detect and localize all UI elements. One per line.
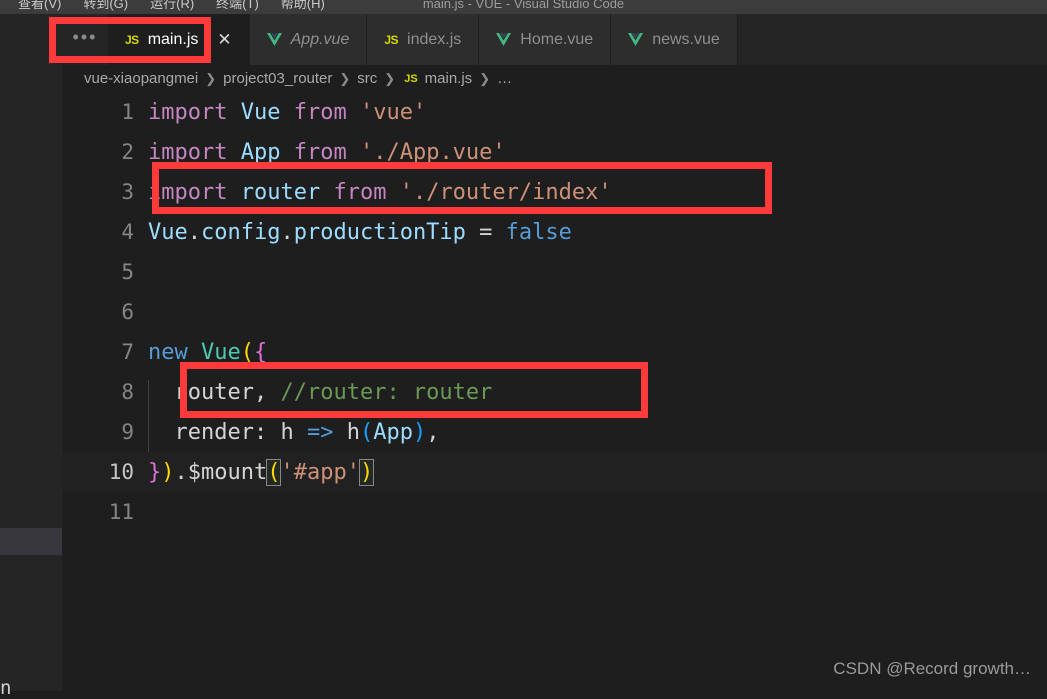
sidebar-partial-filename: n bbox=[0, 677, 12, 699]
line-number: 9 bbox=[121, 420, 134, 444]
line-number: 5 bbox=[121, 260, 134, 284]
window-title: main.js - VUE - Visual Studio Code bbox=[422, 0, 625, 11]
line-number: 8 bbox=[121, 380, 134, 404]
code-line[interactable]: 1 import Vue from 'vue' bbox=[62, 92, 1047, 132]
line-content[interactable]: import router from './router/index' bbox=[148, 180, 1047, 205]
tab-news-vue[interactable]: news.vue bbox=[611, 14, 738, 65]
js-file-icon: JS bbox=[125, 32, 139, 47]
js-file-icon: JS bbox=[404, 72, 418, 85]
line-content[interactable]: render: h => h(App), bbox=[148, 419, 1047, 460]
chevron-right-icon: ❯ bbox=[205, 70, 217, 86]
line-number: 11 bbox=[108, 500, 134, 524]
code-editor[interactable]: 1 import Vue from 'vue' 2 import App fro… bbox=[62, 92, 1047, 691]
vscode-window: 查看(V) 转到(G) 运行(R) 终端(T) 帮助(H) main.js - … bbox=[0, 0, 1047, 699]
tab-overflow-icon[interactable]: ••• bbox=[62, 14, 108, 65]
code-line[interactable]: 2 import App from './App.vue' bbox=[62, 132, 1047, 172]
code-line[interactable]: 4 Vue.config.productionTip = false bbox=[62, 212, 1047, 252]
tab-main-js[interactable]: JS main.js ✕ bbox=[108, 14, 250, 65]
code-line[interactable]: 6 bbox=[62, 292, 1047, 332]
line-content[interactable]: }).$mount('#app') bbox=[148, 458, 1047, 486]
chevron-right-icon: ❯ bbox=[479, 70, 491, 86]
vue-file-icon bbox=[266, 33, 282, 46]
tab-label: news.vue bbox=[652, 30, 720, 48]
code-line[interactable]: 7 new Vue({ bbox=[62, 332, 1047, 372]
editor-tab-bar: ••• JS main.js ✕ App.vue JS index.js Hom… bbox=[62, 14, 1047, 65]
breadcrumb-item-file[interactable]: main.js bbox=[425, 70, 473, 87]
line-number: 1 bbox=[121, 100, 134, 124]
breadcrumb-item-folder[interactable]: project03_router bbox=[223, 70, 332, 87]
vue-file-icon bbox=[496, 33, 512, 46]
tab-label: Home.vue bbox=[520, 30, 594, 48]
line-number: 4 bbox=[121, 220, 134, 244]
line-content[interactable]: import Vue from 'vue' bbox=[148, 100, 1047, 125]
sidebar-explorer[interactable]: n bbox=[0, 14, 62, 699]
tab-home-vue[interactable]: Home.vue bbox=[479, 14, 612, 65]
line-number: 2 bbox=[121, 140, 134, 164]
tab-index-js[interactable]: JS index.js bbox=[367, 14, 480, 65]
code-line[interactable]: 3 import router from './router/index' bbox=[62, 172, 1047, 212]
line-number: 7 bbox=[121, 340, 134, 364]
tab-label: index.js bbox=[407, 30, 462, 48]
line-number: 6 bbox=[121, 300, 134, 324]
code-line-active[interactable]: 10 }).$mount('#app') bbox=[62, 452, 1047, 492]
line-content[interactable]: router, //router: router bbox=[148, 379, 1047, 420]
breadcrumb[interactable]: vue-xiaopangmei ❯ project03_router ❯ src… bbox=[62, 65, 1047, 92]
title-bar: 查看(V) 转到(G) 运行(R) 终端(T) 帮助(H) main.js - … bbox=[0, 0, 1047, 14]
code-line[interactable]: 8 router, //router: router bbox=[62, 372, 1047, 420]
js-file-icon: JS bbox=[384, 32, 399, 47]
line-number: 3 bbox=[121, 180, 134, 204]
watermark: CSDN @Record growth… bbox=[833, 659, 1031, 678]
breadcrumb-item-symbols[interactable]: … bbox=[497, 70, 512, 87]
close-icon[interactable]: ✕ bbox=[217, 31, 231, 48]
code-line[interactable]: 9 render: h => h(App), bbox=[62, 412, 1047, 460]
sidebar-selected-item[interactable] bbox=[0, 528, 62, 555]
tab-label: main.js bbox=[147, 30, 199, 48]
line-number: 10 bbox=[108, 460, 134, 484]
breadcrumb-item-src[interactable]: src bbox=[357, 70, 377, 87]
code-line[interactable]: 5 bbox=[62, 252, 1047, 292]
line-content[interactable]: import App from './App.vue' bbox=[148, 140, 1047, 165]
line-content[interactable]: new Vue({ bbox=[148, 340, 1047, 365]
tab-label: App.vue bbox=[290, 30, 350, 48]
chevron-right-icon: ❯ bbox=[384, 70, 396, 86]
code-line[interactable]: 11 bbox=[62, 492, 1047, 532]
chevron-right-icon: ❯ bbox=[339, 70, 351, 86]
breadcrumb-item-project[interactable]: vue-xiaopangmei bbox=[84, 70, 198, 87]
line-content[interactable]: Vue.config.productionTip = false bbox=[148, 220, 1047, 245]
tab-app-vue[interactable]: App.vue bbox=[249, 14, 368, 65]
vue-file-icon bbox=[628, 33, 644, 46]
